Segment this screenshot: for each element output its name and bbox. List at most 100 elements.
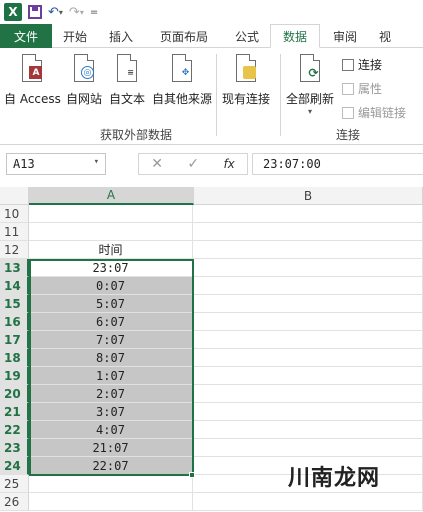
tab-data[interactable]: 数据 <box>270 24 320 48</box>
undo-button[interactable]: ↶ ▾ <box>48 5 63 20</box>
formula-input[interactable]: 23:07:00 <box>252 153 423 175</box>
name-box-dropdown-icon[interactable]: ▾ <box>94 157 99 167</box>
enter-icon[interactable]: ✓ <box>187 156 199 172</box>
from-web-button[interactable]: ◎ 自网站 <box>66 54 102 107</box>
refresh-all-label: 全部刷新 <box>286 92 335 106</box>
connections-label: 连接 <box>358 58 383 72</box>
cell-a[interactable]: 8:07 <box>29 349 193 367</box>
row-header[interactable]: 24 <box>0 457 29 475</box>
from-text-button[interactable]: ≡ 自文本 <box>109 54 145 107</box>
cell-b[interactable] <box>193 403 423 421</box>
redo-dropdown-icon[interactable]: ▾ <box>80 8 84 17</box>
cell-a[interactable]: 时间 <box>29 241 193 259</box>
row-header[interactable]: 14 <box>0 277 29 295</box>
row-header[interactable]: 17 <box>0 331 29 349</box>
cell-b[interactable] <box>193 439 423 457</box>
row-header[interactable]: 18 <box>0 349 29 367</box>
column-header-b[interactable]: B <box>194 187 423 205</box>
undo-dropdown-icon[interactable]: ▾ <box>59 8 63 17</box>
refresh-all-dropdown-icon[interactable]: ▾ <box>308 107 312 116</box>
cell-a[interactable]: 0:07 <box>29 277 193 295</box>
customize-toolbar-button[interactable]: = <box>90 7 98 18</box>
cell-a[interactable]: 4:07 <box>29 421 193 439</box>
row-header[interactable]: 20 <box>0 385 29 403</box>
row-header[interactable]: 23 <box>0 439 29 457</box>
cell-b[interactable] <box>193 205 423 223</box>
insert-function-icon[interactable]: fx <box>223 157 234 171</box>
ribbon-separator <box>216 54 217 136</box>
customize-icon: = <box>89 6 99 18</box>
ribbon-separator <box>280 54 281 136</box>
formula-bar: A13 ▾ ✕ ✓ fx 23:07:00 <box>0 145 423 185</box>
cell-a[interactable] <box>29 205 193 223</box>
ribbon-tabs: 文件 开始 插入 页面布局 公式 数据 审阅 视 <box>0 24 423 48</box>
fill-handle[interactable] <box>189 472 195 478</box>
cell-b[interactable] <box>193 259 423 277</box>
name-box[interactable]: A13 ▾ <box>6 153 106 175</box>
cell-a[interactable]: 5:07 <box>29 295 193 313</box>
table-row: 19 1:07 <box>0 367 423 385</box>
tab-page-layout[interactable]: 页面布局 <box>144 24 224 48</box>
row-header[interactable]: 15 <box>0 295 29 313</box>
row-header[interactable]: 25 <box>0 475 29 493</box>
select-all-corner[interactable] <box>0 187 29 205</box>
row-header[interactable]: 11 <box>0 223 29 241</box>
cell-a[interactable] <box>29 223 193 241</box>
table-row: 15 5:07 <box>0 295 423 313</box>
table-row: 10 <box>0 205 423 223</box>
cell-a[interactable]: 6:07 <box>29 313 193 331</box>
edit-links-button[interactable]: 编辑链接 <box>342 104 406 121</box>
tab-review[interactable]: 审阅 <box>320 24 370 48</box>
row-header[interactable]: 13 <box>0 259 29 277</box>
cell-a[interactable]: 21:07 <box>29 439 193 457</box>
row-header[interactable]: 19 <box>0 367 29 385</box>
from-other-sources-button[interactable]: ✥ 自其他来源 <box>152 54 212 107</box>
row-header[interactable]: 26 <box>0 493 29 511</box>
tab-file[interactable]: 文件 <box>0 24 52 48</box>
existing-connections-label: 现有连接 <box>222 92 271 106</box>
cell-a[interactable]: 22:07 <box>29 457 193 475</box>
edit-links-label: 编辑链接 <box>358 106 407 120</box>
redo-button[interactable]: ↷ ▾ <box>69 5 84 20</box>
cell-b[interactable] <box>193 385 423 403</box>
row-header[interactable]: 16 <box>0 313 29 331</box>
cell-b[interactable] <box>193 223 423 241</box>
row-header[interactable]: 10 <box>0 205 29 223</box>
cell-b[interactable] <box>193 493 423 511</box>
row-header[interactable]: 12 <box>0 241 29 259</box>
cell-b[interactable] <box>193 367 423 385</box>
cell-b[interactable] <box>193 421 423 439</box>
cell-a[interactable]: 23:07 <box>29 259 193 277</box>
cell-a[interactable]: 2:07 <box>29 385 193 403</box>
tab-insert[interactable]: 插入 <box>98 24 144 48</box>
column-header-a[interactable]: A <box>29 187 194 205</box>
cell-b[interactable] <box>193 313 423 331</box>
cell-b[interactable] <box>193 277 423 295</box>
refresh-icon: ⟳ <box>298 54 322 84</box>
row-header[interactable]: 22 <box>0 421 29 439</box>
connections-button[interactable]: 连接 <box>342 56 382 73</box>
refresh-all-button[interactable]: ⟳ 全部刷新 ▾ <box>286 54 334 116</box>
cell-a[interactable]: 1:07 <box>29 367 193 385</box>
cell-b[interactable] <box>193 241 423 259</box>
cell-a[interactable] <box>29 475 193 493</box>
cell-a[interactable]: 7:07 <box>29 331 193 349</box>
from-access-button[interactable]: A 自 Access <box>4 54 61 107</box>
cancel-icon[interactable]: ✕ <box>151 156 163 172</box>
tab-home[interactable]: 开始 <box>52 24 98 48</box>
cell-a[interactable]: 3:07 <box>29 403 193 421</box>
row-header[interactable]: 21 <box>0 403 29 421</box>
tab-formulas[interactable]: 公式 <box>224 24 270 48</box>
cell-b[interactable] <box>193 331 423 349</box>
cell-b[interactable] <box>193 295 423 313</box>
cell-b[interactable] <box>193 349 423 367</box>
save-icon <box>28 5 42 19</box>
table-row: 26 <box>0 493 423 511</box>
properties-button[interactable]: 属性 <box>342 80 382 97</box>
table-row: 18 8:07 <box>0 349 423 367</box>
save-button[interactable] <box>28 5 42 19</box>
existing-connections-button[interactable]: ▮ 现有连接 <box>222 54 270 107</box>
connections-icon <box>342 58 354 71</box>
tab-view[interactable]: 视 <box>370 24 400 48</box>
cell-a[interactable] <box>29 493 193 511</box>
